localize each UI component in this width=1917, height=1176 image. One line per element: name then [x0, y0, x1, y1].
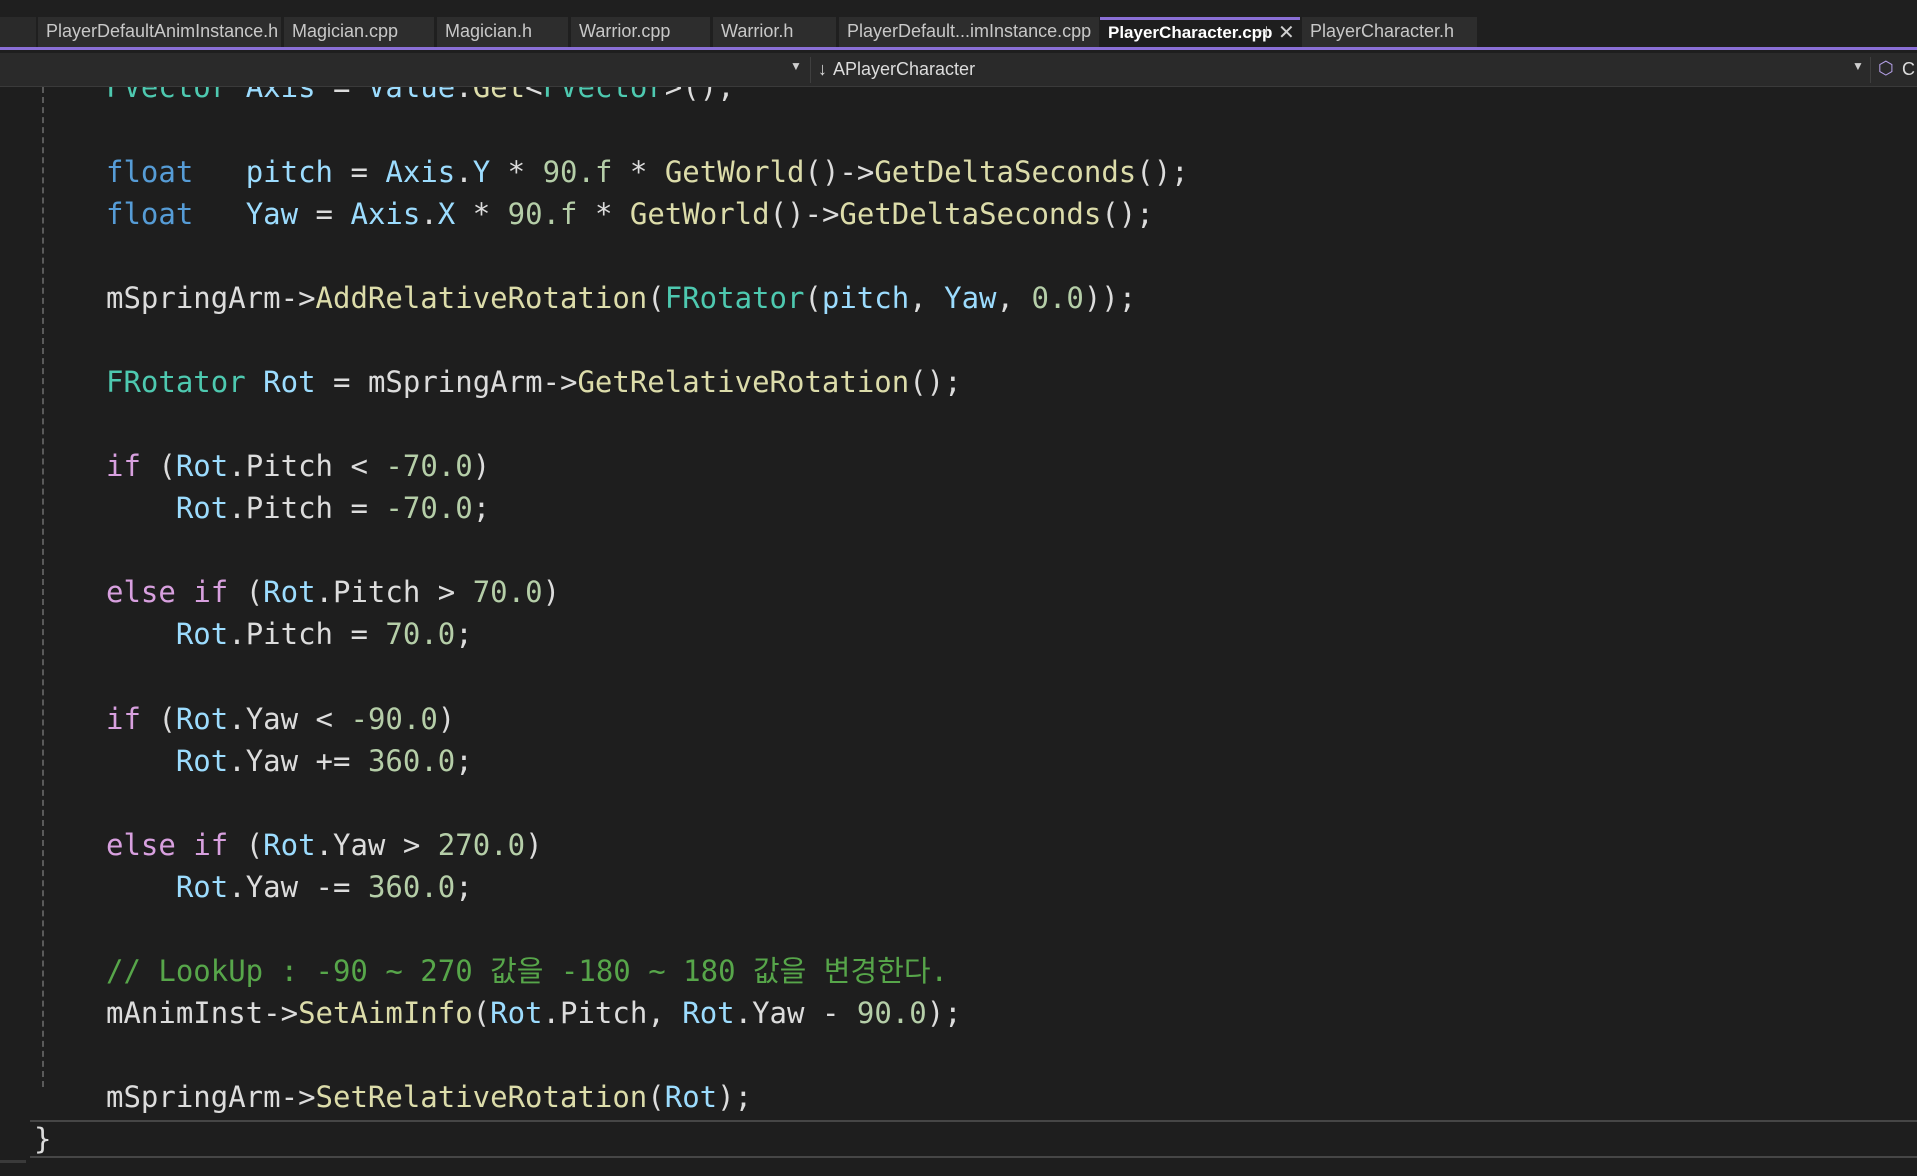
- tab-playerdefaultaniminstance-cpp[interactable]: PlayerDefault...imInstance.cpp: [839, 17, 1099, 47]
- code-line-6[interactable]: if (Rot.Pitch < -70.0): [106, 445, 490, 487]
- tab-warrior-h[interactable]: Warrior.h: [713, 17, 836, 47]
- code-line-8[interactable]: else if (Rot.Pitch > 70.0): [106, 571, 560, 613]
- code-line-11[interactable]: Rot.Yaw += 360.0;: [106, 740, 473, 782]
- margin-marker: [0, 1160, 26, 1163]
- tab-magician-cpp[interactable]: Magician.cpp: [284, 17, 434, 47]
- code-line-7[interactable]: Rot.Pitch = -70.0;: [106, 487, 490, 529]
- tab-label: PlayerCharacter.cpp: [1108, 23, 1273, 42]
- tab-warrior-cpp[interactable]: Warrior.cpp: [571, 17, 710, 47]
- tab-strip-overflow-area: [0, 17, 36, 47]
- divider: [1870, 57, 1871, 83]
- tab-label: Magician.h: [445, 21, 533, 41]
- tab-playercharacter-cpp[interactable]: PlayerCharacter.cpp ⊣ ✕: [1100, 17, 1300, 47]
- code-editor[interactable]: FVector Axis = Value.Get<FVector>(); flo…: [0, 87, 1917, 1176]
- tab-label: PlayerCharacter.h: [1310, 21, 1455, 41]
- document-tab-strip: PlayerDefaultAnimInstance.h Magician.cpp…: [0, 0, 1917, 50]
- code-line-13[interactable]: Rot.Yaw -= 360.0;: [106, 866, 473, 908]
- divider: [810, 57, 811, 83]
- current-line-highlight: [30, 1120, 1917, 1158]
- tab-magician-h[interactable]: Magician.h: [437, 17, 568, 47]
- tab-label: Magician.cpp: [292, 21, 399, 41]
- tab-label: Warrior.h: [721, 21, 794, 41]
- code-line-16[interactable]: mSpringArm->SetRelativeRotation(Rot);: [106, 1076, 752, 1118]
- code-line-9[interactable]: Rot.Pitch = 70.0;: [106, 613, 473, 655]
- tab-playercharacter-h[interactable]: PlayerCharacter.h: [1302, 17, 1477, 47]
- function-scope-dropdown[interactable]: C: [1902, 59, 1915, 80]
- code-line-1[interactable]: FVector Axis = Value.Get<FVector>();: [106, 87, 735, 108]
- tab-label: PlayerDefaultAnimInstance.h: [46, 21, 279, 41]
- chevron-down-icon[interactable]: ▼: [1852, 59, 1864, 73]
- code-line-2[interactable]: float pitch = Axis.Y * 90.f * GetWorld()…: [106, 151, 1189, 193]
- code-line-15[interactable]: mAnimInst->SetAimInfo(Rot.Pitch, Rot.Yaw…: [106, 992, 962, 1034]
- navigation-bar: ▼ ↓ APlayerCharacter ▼ ⬡ C: [0, 53, 1917, 87]
- tab-label: Warrior.cpp: [579, 21, 671, 41]
- chevron-down-icon[interactable]: ▼: [790, 59, 802, 73]
- code-line-17-closing-brace[interactable]: }: [34, 1118, 51, 1160]
- code-line-3[interactable]: float Yaw = Axis.X * 90.f * GetWorld()->…: [106, 193, 1154, 235]
- tab-playerdefaultaniminstance-h[interactable]: PlayerDefaultAnimInstance.h: [38, 17, 281, 47]
- code-line-14-comment[interactable]: // LookUp : -90 ~ 270 값을 -180 ~ 180 값을 변…: [106, 950, 948, 992]
- project-scope-dropdown[interactable]: [0, 53, 808, 86]
- member-scope-label: APlayerCharacter: [833, 59, 976, 79]
- member-scope-dropdown[interactable]: ↓ APlayerCharacter: [818, 59, 975, 80]
- indent-guide: [42, 87, 44, 1087]
- code-line-5[interactable]: FRotator Rot = mSpringArm->GetRelativeRo…: [106, 361, 962, 403]
- tab-label: PlayerDefault...imInstance.cpp: [847, 21, 1092, 41]
- code-line-12[interactable]: else if (Rot.Yaw > 270.0): [106, 824, 543, 866]
- code-line-10[interactable]: if (Rot.Yaw < -90.0): [106, 698, 455, 740]
- code-line-4[interactable]: mSpringArm->AddRelativeRotation(FRotator…: [106, 277, 1136, 319]
- cube-icon: ⬡: [1878, 58, 1894, 78]
- pin-icon[interactable]: ⊣: [1256, 23, 1268, 40]
- close-icon[interactable]: ✕: [1278, 20, 1295, 45]
- down-arrow-icon: ↓: [818, 59, 827, 79]
